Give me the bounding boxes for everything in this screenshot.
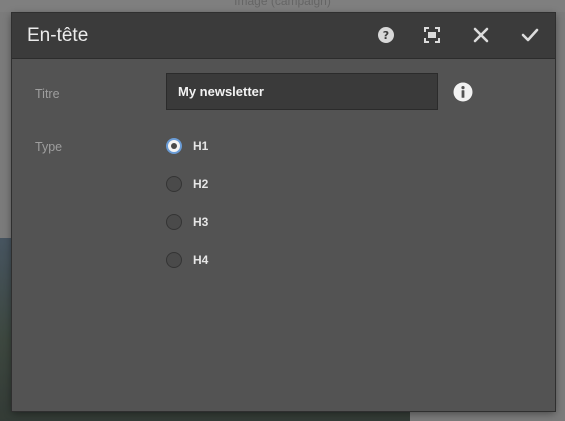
- radio-button-h4[interactable]: [166, 252, 182, 268]
- dialog-title: En-tête: [27, 25, 89, 46]
- info-icon: [453, 82, 473, 102]
- dialog-header: En-tête ?: [12, 13, 555, 59]
- title-info-button[interactable]: [453, 82, 473, 102]
- type-field-label: Type: [35, 140, 63, 154]
- help-icon: ?: [378, 27, 394, 43]
- title-field-label: Titre: [35, 87, 60, 101]
- check-icon: [521, 28, 539, 42]
- radio-label-h2: H2: [193, 177, 209, 191]
- title-input[interactable]: [166, 73, 438, 110]
- heading-dialog: En-tête ? Titre My newsletter Type H1 H2…: [12, 13, 555, 411]
- type-option-h3[interactable]: H3: [166, 212, 208, 232]
- radio-label-h3: H3: [193, 215, 209, 229]
- radio-button-h1[interactable]: [166, 138, 182, 154]
- svg-text:?: ?: [383, 29, 389, 42]
- close-icon: [473, 27, 489, 43]
- fullscreen-button[interactable]: [420, 23, 444, 47]
- fullscreen-icon: [424, 27, 440, 43]
- type-option-h2[interactable]: H2: [166, 174, 208, 194]
- done-button[interactable]: [518, 23, 542, 47]
- type-option-h4[interactable]: H4: [166, 250, 208, 270]
- type-option-h1[interactable]: H1: [166, 136, 208, 156]
- radio-button-h3[interactable]: [166, 214, 182, 230]
- radio-label-h1: H1: [193, 139, 209, 153]
- close-button[interactable]: [469, 23, 493, 47]
- help-button[interactable]: ?: [374, 23, 398, 47]
- radio-button-h2[interactable]: [166, 176, 182, 192]
- radio-label-h4: H4: [193, 253, 209, 267]
